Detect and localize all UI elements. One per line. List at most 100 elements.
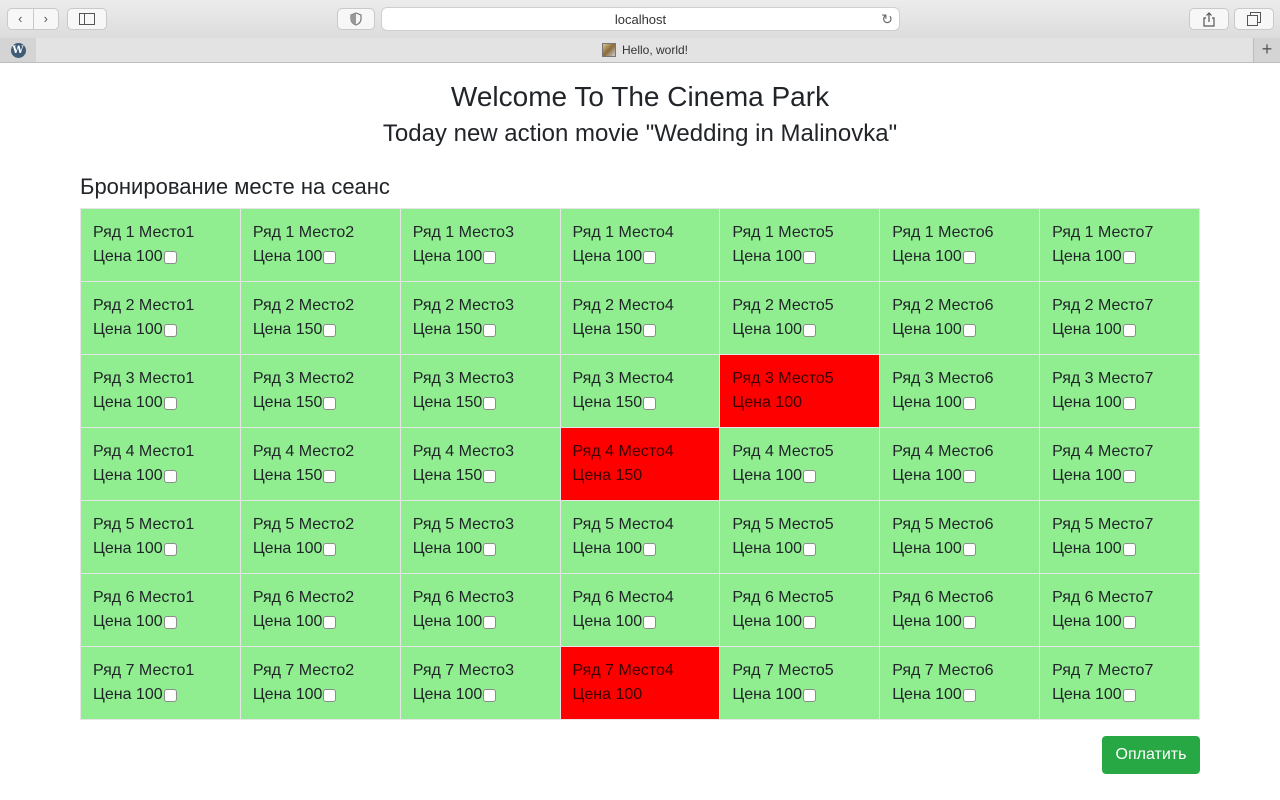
seat-cell[interactable]: Ряд 5 Место7 Цена 100 xyxy=(1039,500,1200,574)
seat-checkbox[interactable] xyxy=(323,250,337,264)
seat-cell[interactable]: Ряд 1 Место2 Цена 100 xyxy=(239,208,401,282)
seat-cell[interactable]: Ряд 2 Место3 Цена 150 xyxy=(399,281,561,355)
seat-cell[interactable]: Ряд 7 Место7 Цена 100 xyxy=(1039,646,1200,720)
seat-checkbox[interactable] xyxy=(962,469,976,483)
reload-icon[interactable]: ↻ xyxy=(881,11,893,28)
seat-cell[interactable]: Ряд 3 Место4 Цена 150 xyxy=(559,354,721,428)
seat-cell[interactable]: Ряд 7 Место2 Цена 100 xyxy=(239,646,401,720)
seat-cell[interactable]: Ряд 6 Место4 Цена 100 xyxy=(559,573,721,647)
seat-cell[interactable]: Ряд 3 Место6 Цена 100 xyxy=(879,354,1041,428)
tab-active[interactable]: Hello, world! xyxy=(36,38,1254,62)
seat-checkbox[interactable] xyxy=(483,323,497,337)
seat-checkbox[interactable] xyxy=(802,323,816,337)
seat-cell[interactable]: Ряд 7 Место1 Цена 100 xyxy=(80,646,241,720)
seat-cell[interactable]: Ряд 3 Место2 Цена 150 xyxy=(239,354,401,428)
seat-checkbox[interactable] xyxy=(643,615,657,629)
privacy-button[interactable] xyxy=(337,8,375,30)
seat-checkbox[interactable] xyxy=(163,615,177,629)
seat-cell[interactable]: Ряд 5 Место4 Цена 100 xyxy=(559,500,721,574)
seat-cell[interactable]: Ряд 6 Место6 Цена 100 xyxy=(879,573,1041,647)
seat-checkbox[interactable] xyxy=(1122,688,1136,702)
seat-checkbox[interactable] xyxy=(323,688,337,702)
seat-cell[interactable]: Ряд 2 Место2 Цена 150 xyxy=(239,281,401,355)
seat-cell[interactable]: Ряд 3 Место7 Цена 100 xyxy=(1039,354,1200,428)
seat-checkbox[interactable] xyxy=(962,542,976,556)
seat-checkbox[interactable] xyxy=(163,469,177,483)
seat-checkbox[interactable] xyxy=(643,542,657,556)
seat-cell[interactable]: Ряд 5 Место6 Цена 100 xyxy=(879,500,1041,574)
seat-cell[interactable]: Ряд 2 Место6 Цена 100 xyxy=(879,281,1041,355)
seat-cell[interactable]: Ряд 5 Место5 Цена 100 xyxy=(719,500,881,574)
seat-cell[interactable]: Ряд 1 Место4 Цена 100 xyxy=(559,208,721,282)
seat-cell[interactable]: Ряд 3 Место3 Цена 150 xyxy=(399,354,561,428)
seat-checkbox[interactable] xyxy=(962,615,976,629)
seat-checkbox[interactable] xyxy=(962,688,976,702)
seat-cell[interactable]: Ряд 7 Место5 Цена 100 xyxy=(719,646,881,720)
back-icon[interactable]: ‹ xyxy=(8,9,33,29)
sidebar-toggle-button[interactable] xyxy=(67,8,107,30)
pay-button[interactable]: Оплатить xyxy=(1102,736,1200,774)
seat-checkbox[interactable] xyxy=(802,615,816,629)
seat-checkbox[interactable] xyxy=(802,688,816,702)
seat-checkbox[interactable] xyxy=(1122,396,1136,410)
seat-cell[interactable]: Ряд 6 Место5 Цена 100 xyxy=(719,573,881,647)
seat-cell[interactable]: Ряд 6 Место7 Цена 100 xyxy=(1039,573,1200,647)
seat-checkbox[interactable] xyxy=(1122,469,1136,483)
seat-checkbox[interactable] xyxy=(163,688,177,702)
seat-cell[interactable]: Ряд 4 Место5 Цена 100 xyxy=(719,427,881,501)
seat-checkbox[interactable] xyxy=(483,396,497,410)
seat-checkbox[interactable] xyxy=(483,615,497,629)
new-tab-button[interactable]: + xyxy=(1253,38,1280,62)
seat-checkbox[interactable] xyxy=(1122,323,1136,337)
pinned-tab-wordpress[interactable]: W xyxy=(0,38,37,62)
seat-checkbox[interactable] xyxy=(163,323,177,337)
seat-checkbox[interactable] xyxy=(323,323,337,337)
seat-checkbox[interactable] xyxy=(802,250,816,264)
seat-checkbox[interactable] xyxy=(802,542,816,556)
seat-cell[interactable]: Ряд 1 Место1 Цена 100 xyxy=(80,208,241,282)
seat-cell[interactable]: Ряд 1 Место6 Цена 100 xyxy=(879,208,1041,282)
seat-cell[interactable]: Ряд 5 Место1 Цена 100 xyxy=(80,500,241,574)
address-bar[interactable]: localhost ↻ xyxy=(381,7,900,31)
seat-checkbox[interactable] xyxy=(483,542,497,556)
seat-cell[interactable]: Ряд 2 Место4 Цена 150 xyxy=(559,281,721,355)
seat-checkbox[interactable] xyxy=(323,615,337,629)
forward-icon[interactable]: › xyxy=(34,9,59,29)
seat-checkbox[interactable] xyxy=(323,542,337,556)
seat-checkbox[interactable] xyxy=(323,469,337,483)
seat-cell[interactable]: Ряд 7 Место6 Цена 100 xyxy=(879,646,1041,720)
seat-checkbox[interactable] xyxy=(483,469,497,483)
seat-cell[interactable]: Ряд 4 Место3 Цена 150 xyxy=(399,427,561,501)
seat-checkbox[interactable] xyxy=(962,250,976,264)
seat-checkbox[interactable] xyxy=(483,688,497,702)
seat-checkbox[interactable] xyxy=(163,250,177,264)
share-button[interactable] xyxy=(1189,8,1229,30)
seat-cell[interactable]: Ряд 4 Место6 Цена 100 xyxy=(879,427,1041,501)
seat-checkbox[interactable] xyxy=(163,396,177,410)
seat-checkbox[interactable] xyxy=(962,396,976,410)
show-tabs-button[interactable] xyxy=(1234,8,1274,30)
seat-cell[interactable]: Ряд 6 Место2 Цена 100 xyxy=(239,573,401,647)
seat-checkbox[interactable] xyxy=(643,250,657,264)
seat-cell[interactable]: Ряд 2 Место5 Цена 100 xyxy=(719,281,881,355)
seat-cell[interactable]: Ряд 4 Место2 Цена 150 xyxy=(239,427,401,501)
seat-checkbox[interactable] xyxy=(163,542,177,556)
seat-checkbox[interactable] xyxy=(643,323,657,337)
seat-checkbox[interactable] xyxy=(483,250,497,264)
seat-cell[interactable]: Ряд 3 Место1 Цена 100 xyxy=(80,354,241,428)
seat-checkbox[interactable] xyxy=(1122,542,1136,556)
seat-cell[interactable]: Ряд 2 Место7 Цена 100 xyxy=(1039,281,1200,355)
seat-cell[interactable]: Ряд 1 Место5 Цена 100 xyxy=(719,208,881,282)
seat-checkbox[interactable] xyxy=(962,323,976,337)
seat-cell[interactable]: Ряд 5 Место3 Цена 100 xyxy=(399,500,561,574)
seat-cell[interactable]: Ряд 6 Место1 Цена 100 xyxy=(80,573,241,647)
seat-checkbox[interactable] xyxy=(802,469,816,483)
seat-checkbox[interactable] xyxy=(643,396,657,410)
seat-cell[interactable]: Ряд 4 Место7 Цена 100 xyxy=(1039,427,1200,501)
seat-checkbox[interactable] xyxy=(1122,615,1136,629)
seat-cell[interactable]: Ряд 2 Место1 Цена 100 xyxy=(80,281,241,355)
seat-cell[interactable]: Ряд 1 Место3 Цена 100 xyxy=(399,208,561,282)
seat-checkbox[interactable] xyxy=(1122,250,1136,264)
seat-checkbox[interactable] xyxy=(323,396,337,410)
seat-cell[interactable]: Ряд 5 Место2 Цена 100 xyxy=(239,500,401,574)
